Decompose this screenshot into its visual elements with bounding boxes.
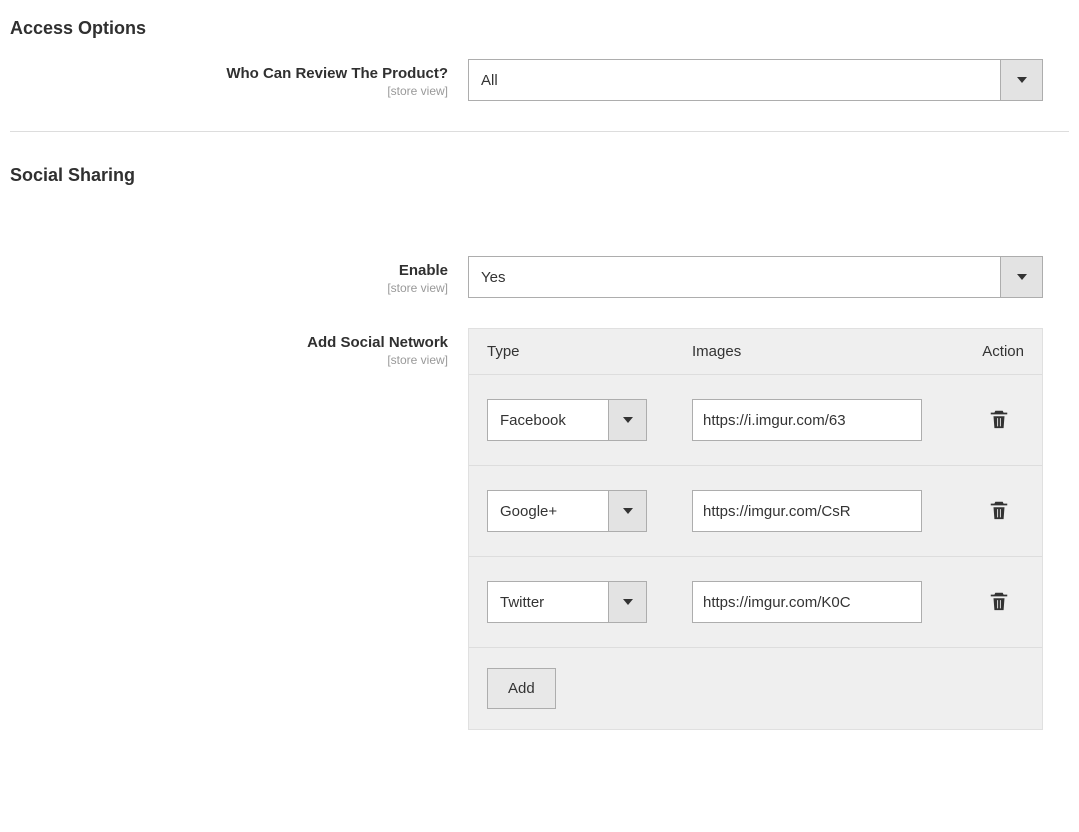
social-network-table: Type Images Action Facebook Google+ Twitte… bbox=[468, 328, 1043, 730]
add-social-network-label: Add Social Network bbox=[307, 334, 448, 351]
type-value: Google+ bbox=[488, 491, 608, 531]
enable-label: Enable bbox=[399, 262, 448, 279]
column-type: Type bbox=[487, 343, 692, 360]
chevron-down-icon bbox=[1000, 257, 1042, 297]
add-social-network-scope: [store view] bbox=[10, 353, 448, 367]
table-row: Facebook bbox=[469, 374, 1042, 465]
who-can-review-field: Who Can Review The Product? [store view]… bbox=[10, 59, 1069, 101]
chevron-down-icon bbox=[608, 491, 646, 531]
enable-value: Yes bbox=[469, 257, 1000, 297]
section-divider bbox=[10, 131, 1069, 132]
who-can-review-scope: [store view] bbox=[10, 84, 448, 98]
image-url-input[interactable] bbox=[692, 399, 922, 441]
trash-icon[interactable] bbox=[988, 418, 1010, 434]
column-action: Action bbox=[944, 343, 1024, 360]
type-select[interactable]: Facebook bbox=[487, 399, 647, 441]
chevron-down-icon bbox=[608, 582, 646, 622]
image-url-input[interactable] bbox=[692, 490, 922, 532]
type-select[interactable]: Twitter bbox=[487, 581, 647, 623]
who-can-review-label: Who Can Review The Product? bbox=[226, 65, 448, 82]
add-social-network-field: Add Social Network [store view] Type Ima… bbox=[10, 328, 1069, 730]
column-images: Images bbox=[692, 343, 944, 360]
chevron-down-icon bbox=[1000, 60, 1042, 100]
social-sharing-title: Social Sharing bbox=[10, 157, 1069, 206]
enable-field: Enable [store view] Yes bbox=[10, 256, 1069, 298]
chevron-down-icon bbox=[608, 400, 646, 440]
table-header: Type Images Action bbox=[469, 329, 1042, 374]
type-value: Facebook bbox=[488, 400, 608, 440]
who-can-review-select[interactable]: All bbox=[468, 59, 1043, 101]
table-row: Twitter bbox=[469, 556, 1042, 647]
table-row: Google+ bbox=[469, 465, 1042, 556]
trash-icon[interactable] bbox=[988, 600, 1010, 616]
type-select[interactable]: Google+ bbox=[487, 490, 647, 532]
table-footer: Add bbox=[469, 647, 1042, 729]
enable-select[interactable]: Yes bbox=[468, 256, 1043, 298]
image-url-input[interactable] bbox=[692, 581, 922, 623]
who-can-review-value: All bbox=[469, 60, 1000, 100]
trash-icon[interactable] bbox=[988, 509, 1010, 525]
type-value: Twitter bbox=[488, 582, 608, 622]
add-button[interactable]: Add bbox=[487, 668, 556, 709]
access-options-title: Access Options bbox=[10, 10, 1069, 59]
enable-scope: [store view] bbox=[10, 281, 448, 295]
